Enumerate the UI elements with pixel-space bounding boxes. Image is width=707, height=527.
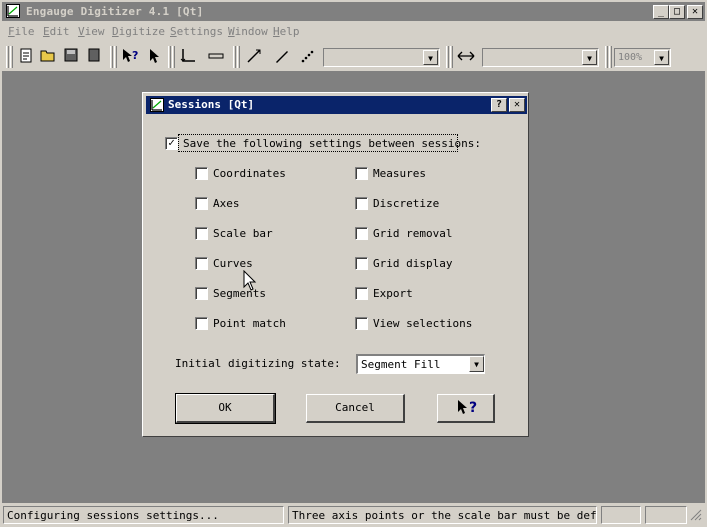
dialog-close-button[interactable]: ✕ (509, 98, 525, 112)
chevron-down-icon: ▼ (423, 50, 438, 65)
whats-this-glyph: ? (469, 400, 478, 416)
toolbar-separator (168, 46, 171, 68)
grid-display-label[interactable]: Grid display (373, 257, 452, 270)
grid-removal-label[interactable]: Grid removal (373, 227, 452, 240)
close-button[interactable]: ✕ (687, 5, 703, 19)
menu-window[interactable]: Window (228, 25, 268, 38)
coordinates-label[interactable]: Coordinates (213, 167, 286, 180)
status-bar: Configuring sessions settings... Three a… (0, 504, 707, 527)
toolbar-separator (110, 46, 113, 68)
toolbar-separator (114, 46, 117, 68)
segments-label[interactable]: Segments (213, 287, 266, 300)
curve-select-combo[interactable]: ▼ (323, 48, 440, 67)
menu-bar: File Edit View Digitize Settings Window … (2, 22, 705, 41)
maximize-button[interactable]: □ (669, 5, 685, 19)
maximize-icon: □ (673, 6, 681, 17)
toolbar-separator (605, 46, 608, 68)
save-settings-label[interactable]: Save the following settings between sess… (183, 137, 481, 150)
chevron-down-icon: ▼ (654, 50, 669, 65)
measure-icon[interactable] (456, 47, 476, 67)
status-message: Configuring sessions settings... (3, 506, 284, 524)
menu-edit[interactable]: Edit (43, 25, 70, 38)
scale-bar-label[interactable]: Scale bar (213, 227, 273, 240)
view-selections-checkbox[interactable] (355, 317, 368, 330)
dialog-title-bar[interactable]: Sessions [Qt] ? ✕ (146, 96, 527, 114)
grid-display-checkbox[interactable] (355, 257, 368, 270)
whats-this-icon[interactable]: ? (120, 47, 140, 67)
axes-label[interactable]: Axes (213, 197, 240, 210)
window-title: Engauge Digitizer 4.1 [Qt] (26, 5, 204, 18)
curves-checkbox[interactable] (195, 257, 208, 270)
point-match-checkbox[interactable] (195, 317, 208, 330)
resize-grip[interactable] (689, 506, 703, 524)
measure-select-combo[interactable]: ▼ (482, 48, 599, 67)
menu-help[interactable]: Help (273, 25, 300, 38)
status-pane-empty (601, 506, 641, 524)
curves-label[interactable]: Curves (213, 257, 253, 270)
grid-removal-checkbox[interactable] (355, 227, 368, 240)
minimize-button[interactable]: _ (653, 5, 669, 19)
pencil-icon[interactable] (272, 47, 292, 67)
toolbar-separator (609, 46, 612, 68)
toolbar-separator (237, 46, 240, 68)
toolbar: ? ▼ ▼ 100% ▼ (2, 42, 705, 72)
menu-settings[interactable]: Settings (170, 25, 223, 38)
title-bar[interactable]: Engauge Digitizer 4.1 [Qt] _ □ ✕ (2, 2, 705, 21)
close-icon: ✕ (691, 6, 699, 17)
axes-checkbox[interactable] (195, 197, 208, 210)
menu-file[interactable]: File (8, 25, 35, 38)
view-selections-label[interactable]: View selections (373, 317, 472, 330)
toolbar-separator (172, 46, 175, 68)
curve-point-icon[interactable] (244, 47, 264, 67)
menu-digitize[interactable]: Digitize (112, 25, 165, 38)
status-pane-empty (645, 506, 687, 524)
dialog-title: Sessions [Qt] (168, 98, 255, 111)
discretize-label[interactable]: Discretize (373, 197, 439, 210)
discretize-checkbox[interactable] (355, 197, 368, 210)
ok-button[interactable]: OK (175, 393, 276, 424)
toolbar-separator (446, 46, 449, 68)
status-hint: Three axis points or the scale bar must … (288, 506, 597, 524)
zoom-select[interactable]: 100% ▼ (614, 48, 671, 67)
chevron-down-icon: ▼ (582, 50, 597, 65)
axis-point-icon[interactable] (178, 47, 198, 67)
toolbar-separator (233, 46, 236, 68)
open-folder-icon[interactable] (38, 47, 58, 67)
toolbar-handle[interactable] (10, 46, 13, 68)
export-label[interactable]: Export (373, 287, 413, 300)
toolbar-handle[interactable] (6, 46, 9, 68)
zoom-value: 100% (618, 52, 643, 63)
save-settings-checkbox[interactable]: ✓ (165, 137, 178, 150)
initial-state-select[interactable]: Segment Fill ▼ (356, 354, 485, 374)
scale-bar-checkbox[interactable] (195, 227, 208, 240)
measures-label[interactable]: Measures (373, 167, 426, 180)
chevron-down-icon: ▼ (469, 356, 484, 372)
coordinates-checkbox[interactable] (195, 167, 208, 180)
menu-view[interactable]: View (78, 25, 105, 38)
mouse-pointer-icon (243, 269, 257, 292)
print-icon[interactable] (84, 47, 104, 67)
help-icon: ? (495, 99, 503, 110)
select-arrow-icon[interactable] (144, 47, 164, 67)
minimize-icon: _ (657, 6, 665, 17)
new-document-icon[interactable] (16, 47, 36, 67)
point-match-label[interactable]: Point match (213, 317, 286, 330)
toolbar-separator (450, 46, 453, 68)
segments-checkbox[interactable] (195, 287, 208, 300)
export-checkbox[interactable] (355, 287, 368, 300)
scale-bar-icon[interactable] (206, 47, 226, 67)
initial-state-value: Segment Fill (361, 358, 441, 371)
dialog-help-button[interactable]: ? (491, 98, 507, 112)
app-logo-icon (6, 4, 20, 18)
cancel-button[interactable]: Cancel (306, 394, 405, 423)
whats-this-button[interactable]: ? (437, 394, 495, 423)
save-icon[interactable] (61, 47, 81, 67)
app-logo-icon (150, 98, 164, 112)
point-match-icon[interactable] (298, 47, 318, 67)
measures-checkbox[interactable] (355, 167, 368, 180)
initial-state-label: Initial digitizing state: (175, 357, 341, 370)
close-icon: ✕ (513, 99, 521, 110)
svg-text:?: ? (132, 49, 138, 62)
